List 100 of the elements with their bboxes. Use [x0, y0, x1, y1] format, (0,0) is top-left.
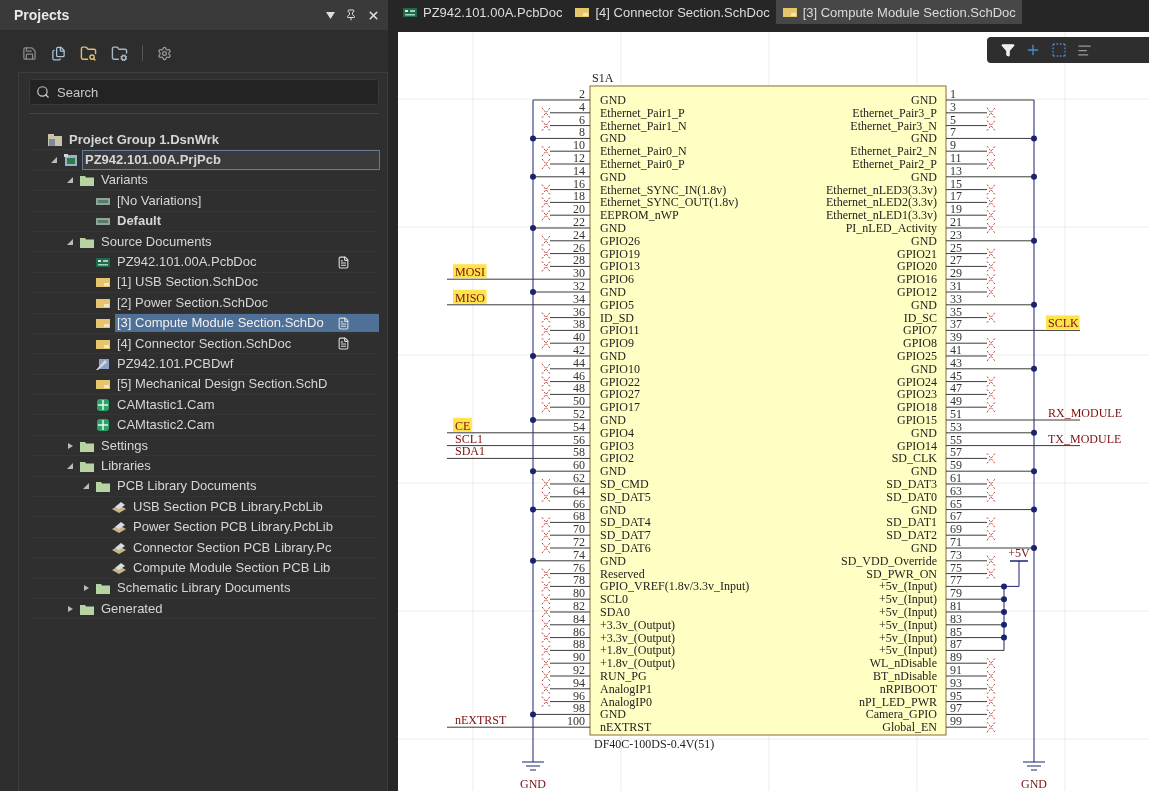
pin-number: 12 — [573, 151, 585, 165]
folder-gear-icon[interactable] — [111, 44, 128, 62]
pin-name: GPIO8 — [903, 336, 937, 351]
folder-icon — [95, 479, 111, 494]
tree-item[interactable]: PZ942.101.PCBDwf — [115, 355, 236, 373]
align-icon[interactable] — [1077, 42, 1092, 58]
collapsed-arrow-icon[interactable] — [66, 441, 74, 450]
pin-name: GND — [600, 169, 626, 184]
search-field[interactable]: Search — [29, 79, 379, 105]
pin-number: 41 — [950, 343, 962, 357]
pin-number: 29 — [950, 266, 962, 281]
pin-number: 5 — [950, 112, 956, 127]
document-tab[interactable]: PZ942.101.00A.PcbDoc — [396, 0, 569, 24]
plus-icon[interactable] — [1025, 42, 1041, 58]
pin-icon[interactable] — [345, 9, 357, 21]
pin-name: GND — [600, 221, 626, 235]
no-connect-mark — [986, 196, 996, 208]
pin-name: GND — [911, 131, 937, 146]
pin-name: GND — [911, 169, 937, 184]
expanded-arrow-icon[interactable] — [66, 176, 74, 185]
no-connect-mark — [541, 478, 551, 490]
tree-item[interactable]: Compute Module Section PCB Lib — [131, 558, 333, 577]
pin-name: Camera_GPIO — [865, 707, 937, 722]
pin-number: 76 — [573, 560, 585, 575]
dropdown-icon[interactable] — [326, 11, 335, 19]
pin-name: nEXTRST — [600, 720, 652, 735]
pin-name: SD_CMD — [600, 477, 649, 491]
tree-item[interactable]: [1] USB Section.SchDoc — [115, 273, 260, 292]
tree-item[interactable]: Settings — [99, 436, 150, 455]
pin-name: SD_DAT1 — [886, 515, 937, 530]
net-label: SCL1 — [455, 431, 483, 446]
pin-name: +5v_(Input) — [878, 579, 937, 594]
tree-item[interactable]: [5] Mechanical Design Section.SchD — [115, 375, 330, 394]
no-connect-mark — [541, 376, 551, 388]
pin-number: 34 — [573, 291, 585, 306]
pin-number: 70 — [573, 522, 585, 537]
expanded-arrow-icon[interactable] — [66, 237, 74, 246]
pin-name: GPIO10 — [600, 361, 640, 376]
expanded-arrow-icon[interactable] — [50, 156, 58, 165]
junction-dot — [1031, 135, 1037, 142]
pin-name: GPIO20 — [897, 259, 937, 274]
folder-search-icon[interactable] — [80, 44, 97, 62]
tree-item[interactable]: Project Group 1.DsnWrk — [67, 130, 221, 149]
no-connect-mark — [541, 196, 551, 208]
tree-item[interactable]: Connector Section PCB Library.Pc — [131, 538, 334, 557]
tree-item[interactable]: [2] Power Section.SchDoc — [115, 293, 271, 312]
tree-item[interactable]: [3] Compute Module Section.SchDo — [115, 314, 379, 333]
document-tab[interactable]: [3] Compute Module Section.SchDoc — [775, 0, 1022, 24]
no-connect-mark — [541, 491, 551, 503]
junction-dot — [1001, 609, 1007, 615]
tree-item[interactable]: Default — [115, 212, 164, 231]
no-connect-mark — [986, 286, 996, 298]
tree-item[interactable]: CAMtastic2.Cam — [115, 416, 217, 435]
no-connect-mark — [541, 248, 551, 260]
pin-name: RUN_PG — [600, 669, 647, 683]
document-tab[interactable]: [4] Connector Section.SchDoc — [568, 0, 776, 24]
filter-icon[interactable] — [1001, 43, 1015, 57]
tree-item[interactable]: PCB Library Documents — [115, 477, 259, 496]
tree-item[interactable]: Source Documents — [99, 232, 214, 251]
pin-name: GPIO27 — [600, 387, 640, 402]
settings-icon[interactable] — [157, 45, 172, 61]
no-connect-mark — [541, 260, 551, 272]
no-connect-mark — [541, 401, 551, 413]
tree-item[interactable]: USB Section PCB Library.PcbLib — [131, 497, 325, 516]
tree-item[interactable]: Libraries — [99, 456, 153, 475]
documents-icon[interactable] — [51, 45, 66, 61]
save-icon[interactable] — [22, 45, 37, 61]
pin-number: 18 — [573, 189, 585, 204]
tree-item[interactable]: Schematic Library Documents — [115, 579, 293, 598]
junction-dot — [530, 468, 536, 475]
tree-item[interactable]: Variants — [99, 171, 150, 190]
selection-icon[interactable] — [1051, 42, 1067, 58]
expanded-arrow-icon[interactable] — [66, 461, 74, 470]
tree-item[interactable]: CAMtastic1.Cam — [115, 395, 217, 414]
tree-item[interactable]: PZ942.101.00A.PrjPcb — [83, 151, 379, 170]
tree-item[interactable]: [No Variations] — [115, 191, 204, 210]
pin-number: 39 — [950, 330, 962, 345]
collapsed-arrow-icon[interactable] — [82, 584, 90, 593]
tree-item[interactable]: PZ942.101.00A.PcbDoc — [115, 253, 259, 272]
expanded-arrow-icon[interactable] — [82, 482, 90, 491]
collapsed-arrow-icon[interactable] — [66, 604, 74, 613]
close-icon[interactable] — [367, 8, 380, 22]
pin-name: GPIO18 — [897, 400, 937, 415]
pin-name: +5v_(Input) — [878, 592, 937, 607]
no-connect-mark — [986, 222, 996, 234]
pin-name: SD_VDD_Override — [841, 553, 937, 568]
pin-name: PI_nLED_Activity — [845, 221, 937, 235]
pin-number: 2 — [579, 87, 585, 101]
pin-name: GPIO14 — [897, 438, 937, 453]
no-connect-mark — [986, 568, 996, 580]
tree-item[interactable]: Generated — [99, 599, 165, 618]
no-connect-mark — [986, 388, 996, 400]
pin-name: nRPIBOOT — [879, 681, 937, 696]
tree-item[interactable]: Power Section PCB Library.PcbLib — [131, 518, 335, 537]
no-connect-mark — [986, 209, 996, 221]
tree-item[interactable]: [4] Connector Section.SchDoc — [115, 334, 294, 353]
junction-dot — [1031, 468, 1037, 475]
project-group-icon — [47, 132, 63, 147]
pin-name: GND — [911, 93, 937, 107]
pin-name: +5v_(Input) — [878, 605, 937, 619]
